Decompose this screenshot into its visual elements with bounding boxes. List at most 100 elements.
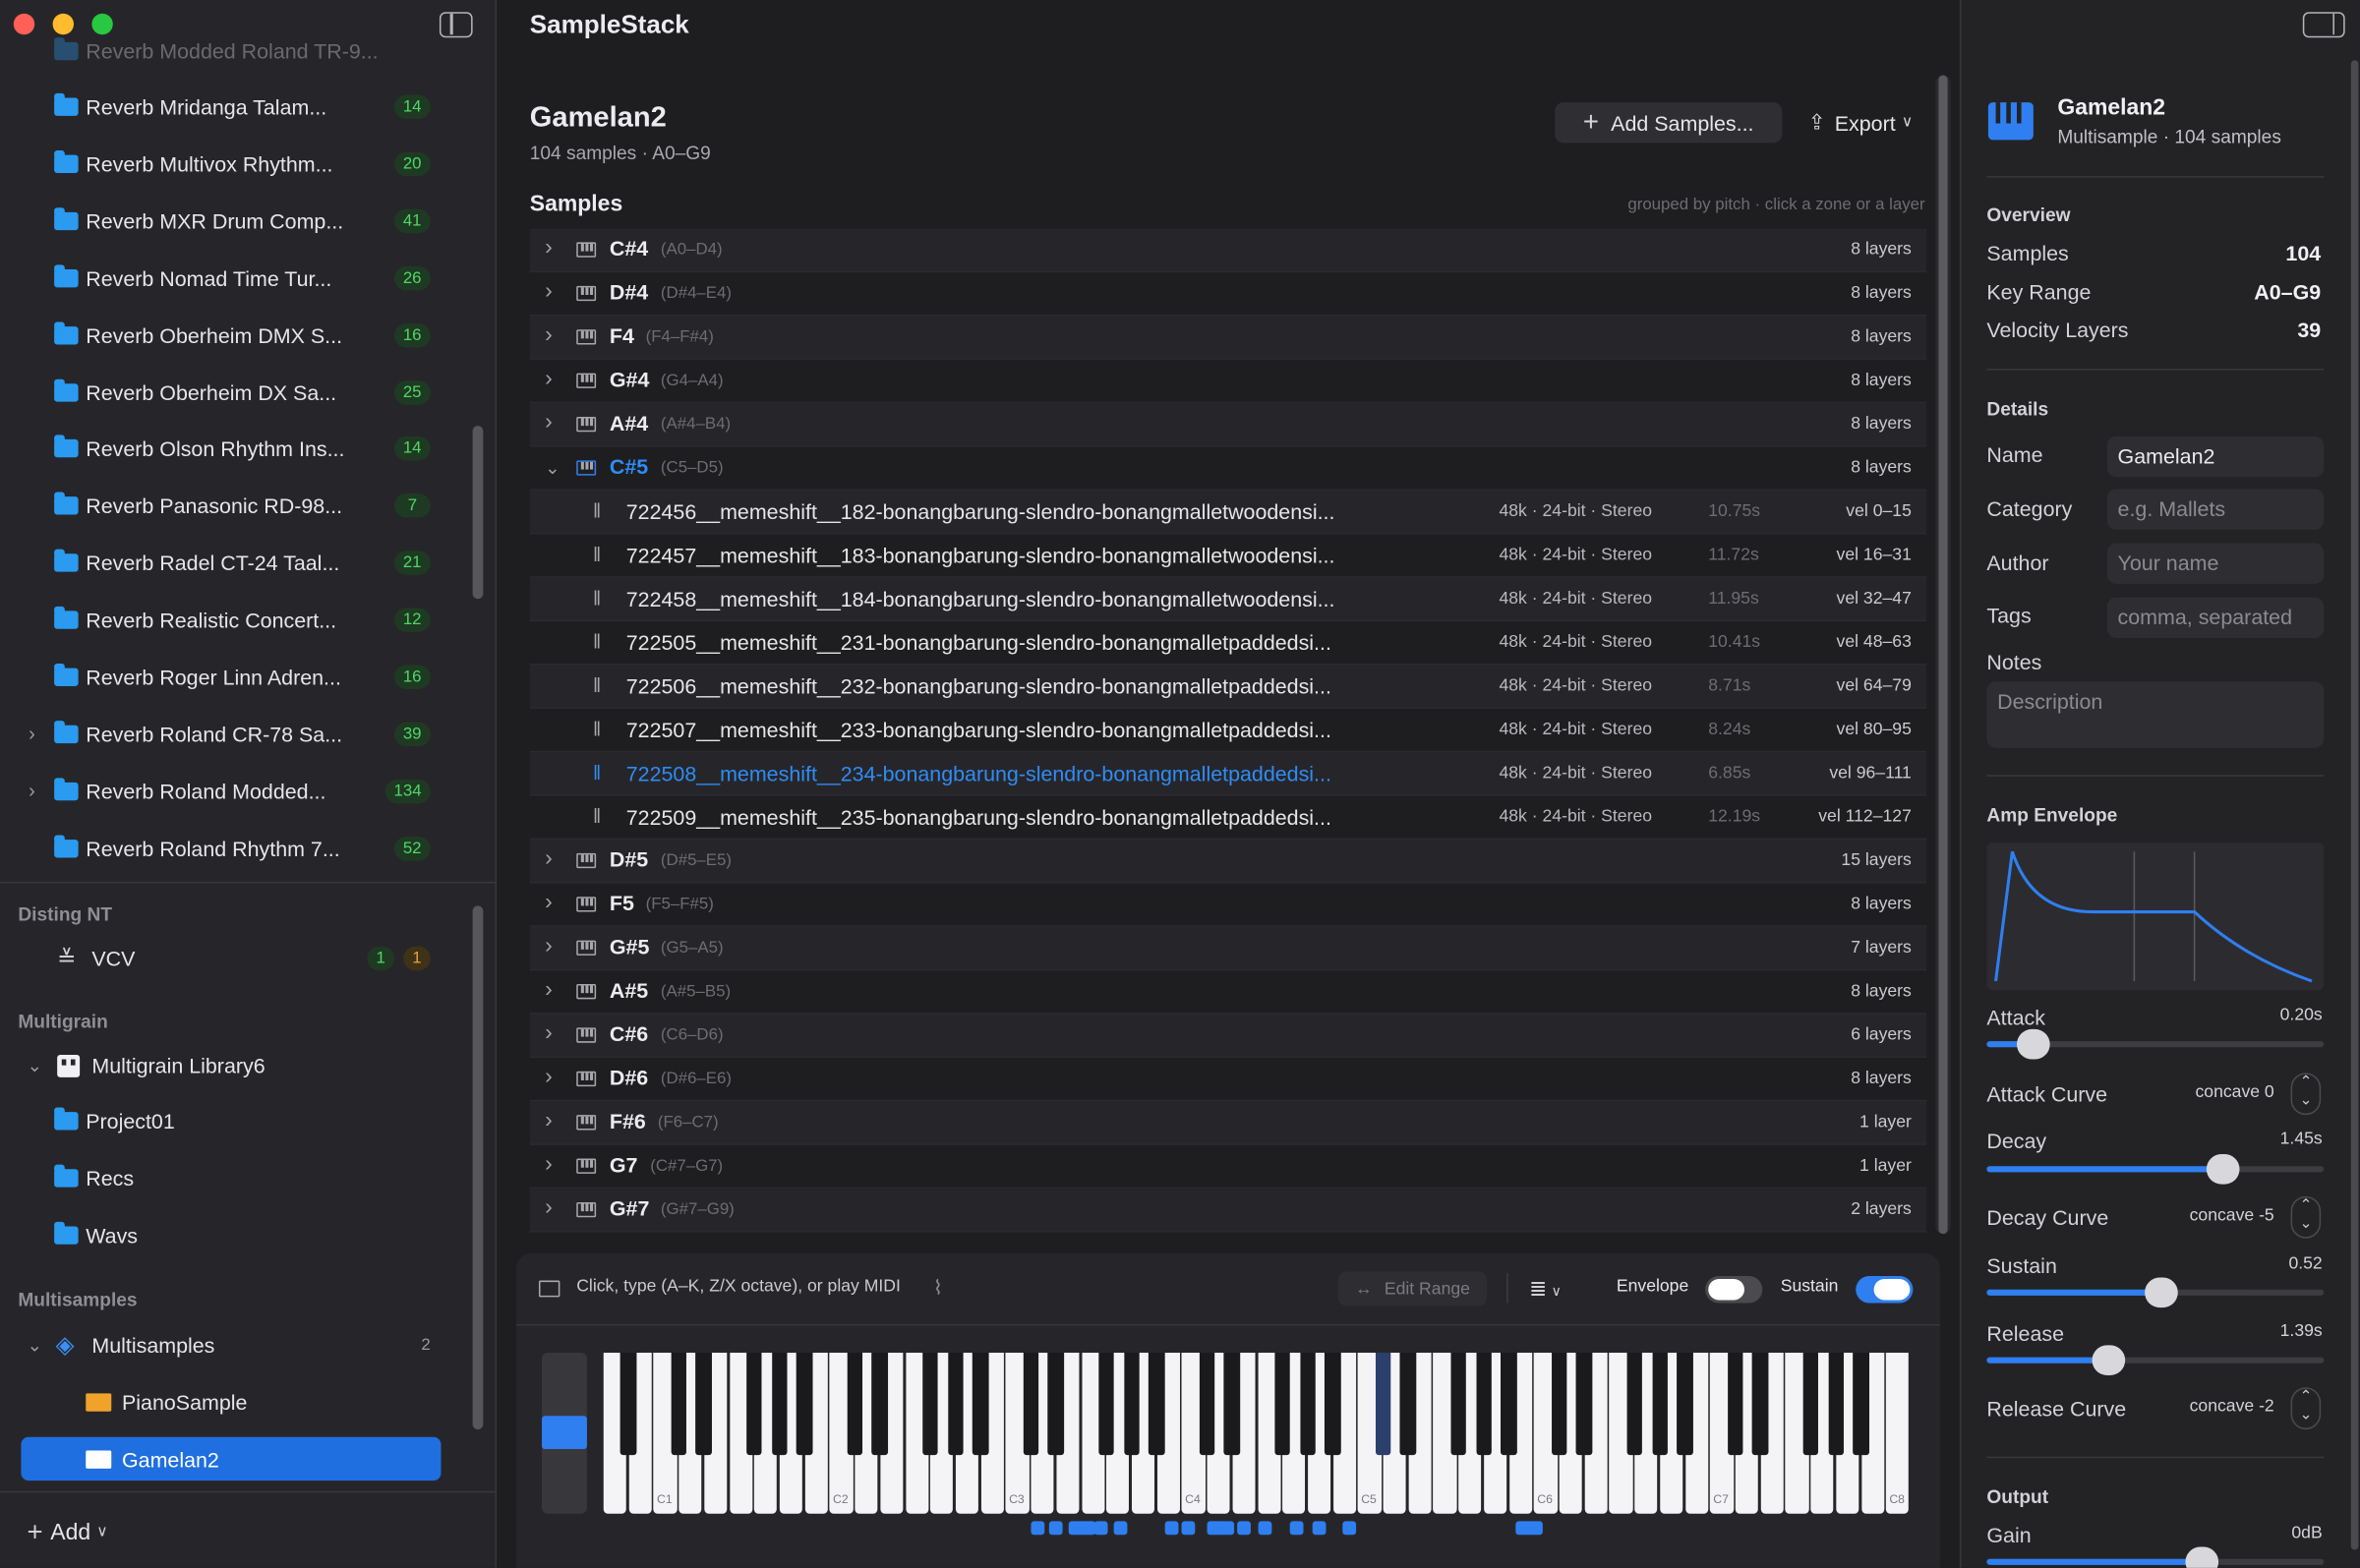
- chevron-down-icon[interactable]: ⌄: [545, 457, 560, 478]
- sidebar-item-pianosample[interactable]: PianoSample: [0, 1378, 451, 1426]
- black-key[interactable]: [973, 1353, 989, 1456]
- notes-field[interactable]: Description: [1986, 681, 2325, 748]
- pitch-group-row[interactable]: ⌄ C#5 (C5–D5) 8 layers: [529, 447, 1927, 491]
- black-key[interactable]: [1853, 1353, 1869, 1456]
- sample-row[interactable]: ‖ 722508__memeshift__234-bonangbarung-sle…: [529, 752, 1927, 796]
- zone-marker[interactable]: [1114, 1521, 1128, 1536]
- chevron-right-icon[interactable]: ›: [545, 976, 553, 1002]
- gain-slider[interactable]: [1986, 1546, 2325, 1568]
- sustain-slider[interactable]: [1986, 1277, 2325, 1308]
- sample-row[interactable]: ‖ 722506__memeshift__232-bonangbarung-sle…: [529, 665, 1927, 709]
- zone-marker[interactable]: [1093, 1521, 1108, 1536]
- black-key[interactable]: [671, 1353, 687, 1456]
- pitch-group-row[interactable]: › D#4 (D#4–E4) 8 layers: [529, 272, 1927, 317]
- black-key[interactable]: [1325, 1353, 1341, 1456]
- slider-knob[interactable]: [2145, 1277, 2179, 1308]
- zone-marker[interactable]: [1257, 1521, 1271, 1536]
- decay-curve-stepper[interactable]: ⌃ ⌄: [2290, 1195, 2322, 1239]
- black-key[interactable]: [1576, 1353, 1592, 1456]
- sidebar-item[interactable]: Reverb Panasonic RD-98... 7: [0, 482, 451, 530]
- black-key[interactable]: [1199, 1353, 1215, 1456]
- chevron-right-icon[interactable]: ›: [545, 890, 553, 915]
- chevron-right-icon[interactable]: ›: [545, 409, 553, 435]
- attack-curve-stepper[interactable]: ⌃ ⌄: [2290, 1073, 2322, 1116]
- zone-marker[interactable]: [1182, 1521, 1196, 1536]
- sidebar-top-scrollbar[interactable]: [472, 426, 484, 600]
- pitch-group-row[interactable]: › A#4 (A#4–B4) 8 layers: [529, 403, 1927, 447]
- release-curve-stepper[interactable]: ⌃ ⌄: [2290, 1387, 2322, 1430]
- chevron-right-icon[interactable]: ›: [29, 780, 35, 802]
- samples-scrollbar-thumb[interactable]: [1938, 75, 1948, 1235]
- zone-marker[interactable]: [1031, 1521, 1045, 1536]
- sample-row[interactable]: ‖ 722458__memeshift__184-bonangbarung-sle…: [529, 577, 1927, 622]
- black-key[interactable]: [1299, 1353, 1316, 1456]
- black-key[interactable]: [1023, 1353, 1039, 1456]
- pitch-group-row[interactable]: › C#6 (C6–D6) 6 layers: [529, 1014, 1927, 1059]
- zone-marker[interactable]: [1237, 1521, 1252, 1536]
- pitch-group-row[interactable]: › A#5 (A#5–B5) 8 layers: [529, 970, 1927, 1015]
- black-key[interactable]: [847, 1353, 863, 1456]
- sample-row[interactable]: ‖ 722509__memeshift__235-bonangbarung-sle…: [529, 796, 1927, 841]
- black-key[interactable]: [1827, 1353, 1844, 1456]
- export-button[interactable]: ⇪ Export ∨: [1794, 102, 1926, 143]
- black-key[interactable]: [746, 1353, 762, 1456]
- chevron-right-icon[interactable]: ›: [545, 933, 553, 958]
- add-samples-button[interactable]: + Add Samples...: [1555, 102, 1783, 144]
- black-key[interactable]: [1551, 1353, 1567, 1456]
- black-key[interactable]: [771, 1353, 788, 1456]
- sidebar-item[interactable]: Reverb Oberheim DMX S... 16: [0, 311, 451, 359]
- sliders-icon[interactable]: ≣ ∨: [1529, 1276, 1562, 1302]
- black-key[interactable]: [1224, 1353, 1240, 1456]
- sustain-toggle[interactable]: [1856, 1275, 1914, 1304]
- sidebar-item-vcv[interactable]: ≚ VCV 1 1: [0, 935, 451, 983]
- zone-marker[interactable]: [1342, 1521, 1357, 1536]
- sample-row[interactable]: ‖ 722507__memeshift__233-bonangbarung-sle…: [529, 709, 1927, 753]
- sidebar-item-multigrain-library[interactable]: ⌄ Multigrain Library6: [0, 1041, 451, 1089]
- sidebar-item[interactable]: Reverb Nomad Time Tur... 26: [0, 254, 451, 302]
- black-key[interactable]: [1677, 1353, 1693, 1456]
- sidebar-item[interactable]: Reverb Realistic Concert... 12: [0, 596, 451, 644]
- slider-knob[interactable]: [2091, 1345, 2125, 1375]
- black-key[interactable]: [871, 1353, 888, 1456]
- chevron-right-icon[interactable]: ›: [545, 1194, 553, 1220]
- sample-row[interactable]: ‖ 722456__memeshift__182-bonangbarung-sle…: [529, 490, 1927, 535]
- black-key-pressed[interactable]: [1375, 1353, 1391, 1456]
- sidebar-item-gamelan2[interactable]: Gamelan2: [21, 1436, 442, 1481]
- sidebar-item-project01[interactable]: Project01: [0, 1097, 451, 1145]
- sidebar-item[interactable]: Reverb Radel CT-24 Taal... 21: [0, 539, 451, 587]
- pitch-group-row[interactable]: › G#4 (G4–A4) 8 layers: [529, 360, 1927, 404]
- black-key[interactable]: [1123, 1353, 1140, 1456]
- white-key[interactable]: [1886, 1353, 1910, 1514]
- zone-marker[interactable]: [1313, 1521, 1327, 1536]
- zone-marker[interactable]: [1068, 1521, 1096, 1536]
- chevron-right-icon[interactable]: ›: [29, 723, 35, 745]
- release-slider[interactable]: [1986, 1345, 2325, 1375]
- black-key[interactable]: [1727, 1353, 1743, 1456]
- inspector-toggle-icon[interactable]: [2302, 12, 2345, 38]
- black-key[interactable]: [1651, 1353, 1668, 1456]
- chevron-right-icon[interactable]: ›: [545, 845, 553, 871]
- sidebar-item[interactable]: Reverb Roger Linn Adren... 16: [0, 653, 451, 701]
- zone-marker[interactable]: [1207, 1521, 1235, 1536]
- pitch-group-row[interactable]: › G#7 (G#7–G9) 2 layers: [529, 1189, 1927, 1233]
- pitch-group-row[interactable]: › F4 (F4–F#4) 8 layers: [529, 316, 1927, 360]
- zone-marker[interactable]: [1048, 1521, 1063, 1536]
- decay-slider[interactable]: [1986, 1153, 2325, 1185]
- black-key[interactable]: [695, 1353, 712, 1456]
- attack-slider[interactable]: [1986, 1028, 2325, 1060]
- chevron-right-icon[interactable]: ›: [545, 1108, 553, 1133]
- sidebar-item[interactable]: Reverb Oberheim DX Sa... 25: [0, 368, 451, 416]
- chevron-right-icon[interactable]: ›: [545, 366, 553, 391]
- envelope-toggle[interactable]: [1705, 1275, 1763, 1304]
- sidebar-item[interactable]: Reverb Multivox Rhythm... 20: [0, 140, 451, 188]
- pitch-group-row[interactable]: › D#5 (D#5–E5) 15 layers: [529, 840, 1927, 884]
- black-key[interactable]: [1450, 1353, 1467, 1456]
- sidebar-item-multisamples[interactable]: ⌄ ◈ Multisamples 2: [0, 1321, 451, 1369]
- black-key[interactable]: [1098, 1353, 1115, 1456]
- category-field[interactable]: e.g. Mallets: [2106, 489, 2325, 530]
- black-key[interactable]: [1400, 1353, 1416, 1456]
- black-key[interactable]: [1802, 1353, 1819, 1456]
- add-button[interactable]: + Add ∨: [28, 1517, 108, 1548]
- sidebar-item-wavs[interactable]: Wavs: [0, 1211, 451, 1259]
- sidebar-item-recs[interactable]: Recs: [0, 1154, 451, 1202]
